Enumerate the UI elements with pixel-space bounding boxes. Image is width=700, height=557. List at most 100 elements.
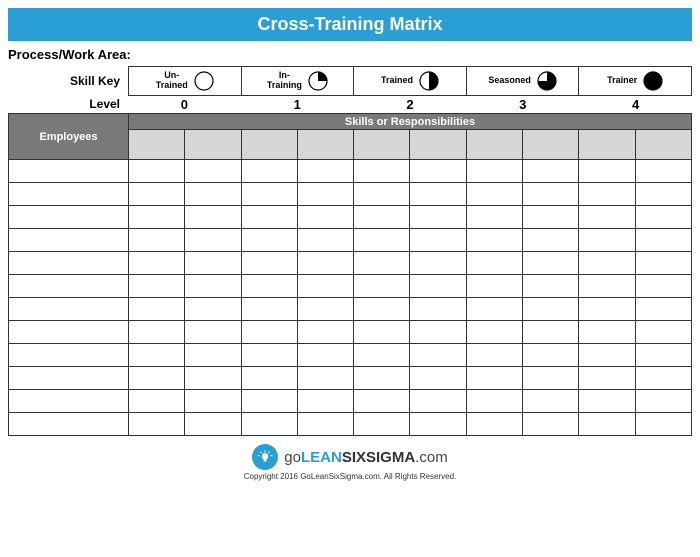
matrix-cell — [297, 229, 353, 252]
matrix-cell — [410, 160, 466, 183]
matrix-cell — [129, 367, 185, 390]
skill-key-text: Trainer — [607, 76, 637, 86]
matrix-cell — [297, 160, 353, 183]
matrix-cell — [241, 367, 297, 390]
matrix-cell — [410, 206, 466, 229]
matrix-cell — [354, 344, 410, 367]
matrix-cell — [354, 206, 410, 229]
matrix-cell — [410, 321, 466, 344]
matrix-cell — [410, 252, 466, 275]
level-number: 2 — [354, 96, 467, 113]
table-row — [9, 298, 692, 321]
matrix-cell — [354, 321, 410, 344]
skill-column-header — [635, 130, 691, 160]
matrix-cell — [354, 298, 410, 321]
matrix-cell — [635, 160, 691, 183]
table-row — [9, 160, 692, 183]
matrix-cell — [523, 206, 579, 229]
matrix-cell — [523, 229, 579, 252]
matrix-cell — [579, 160, 635, 183]
matrix-cell — [635, 275, 691, 298]
page-title: Cross-Training Matrix — [8, 8, 692, 41]
matrix-cell — [635, 206, 691, 229]
matrix-cell — [129, 183, 185, 206]
matrix-cell — [185, 321, 241, 344]
employee-cell — [9, 160, 129, 183]
matrix-cell — [297, 183, 353, 206]
table-row — [9, 275, 692, 298]
matrix-cell — [579, 183, 635, 206]
matrix-cell — [410, 413, 466, 436]
matrix-cell — [466, 413, 522, 436]
matrix-cell — [635, 183, 691, 206]
matrix-cell — [523, 367, 579, 390]
matrix-cell — [523, 321, 579, 344]
skill-column-header — [410, 130, 466, 160]
table-row — [9, 252, 692, 275]
matrix-cell — [354, 183, 410, 206]
matrix-cell — [466, 321, 522, 344]
matrix-cell — [185, 413, 241, 436]
matrix-cell — [410, 367, 466, 390]
matrix-cell — [354, 229, 410, 252]
matrix-cell — [297, 252, 353, 275]
employee-cell — [9, 321, 129, 344]
employee-cell — [9, 344, 129, 367]
matrix-cell — [241, 321, 297, 344]
matrix-cell — [466, 160, 522, 183]
matrix-cell — [354, 390, 410, 413]
matrix-cell — [466, 344, 522, 367]
lightbulb-icon — [252, 444, 278, 470]
table-row — [9, 413, 692, 436]
matrix-cell — [466, 252, 522, 275]
skill-key-cell: Trained — [353, 66, 466, 96]
matrix-cell — [129, 344, 185, 367]
matrix-cell — [241, 206, 297, 229]
table-row — [9, 321, 692, 344]
matrix-cell — [354, 367, 410, 390]
matrix-cell — [635, 321, 691, 344]
logo-text: goLEANSIXSIGMA.com — [284, 449, 447, 466]
employee-cell — [9, 298, 129, 321]
skill-key-cell: Trainer — [578, 66, 692, 96]
level-number: 3 — [466, 96, 579, 113]
matrix-cell — [129, 229, 185, 252]
table-row — [9, 367, 692, 390]
matrix-cell — [410, 344, 466, 367]
matrix-cell — [129, 252, 185, 275]
skill-key-cell: In-Training — [241, 66, 354, 96]
matrix-cell — [579, 298, 635, 321]
matrix-cell — [523, 390, 579, 413]
matrix-cell — [185, 298, 241, 321]
matrix-cell — [297, 367, 353, 390]
matrix-cell — [410, 183, 466, 206]
matrix-cell — [579, 390, 635, 413]
matrix-cell — [129, 206, 185, 229]
matrix-cell — [241, 298, 297, 321]
matrix-cell — [241, 275, 297, 298]
skill-column-header — [241, 130, 297, 160]
matrix-cell — [354, 160, 410, 183]
table-row — [9, 206, 692, 229]
matrix-cell — [579, 321, 635, 344]
matrix-cell — [297, 206, 353, 229]
matrix-cell — [466, 183, 522, 206]
matrix-cell — [635, 298, 691, 321]
employee-cell — [9, 252, 129, 275]
skill-key-cell: Seasoned — [466, 66, 579, 96]
matrix-cell — [297, 298, 353, 321]
matrix-cell — [410, 390, 466, 413]
skill-key-row: Skill Key Un-TrainedIn-TrainingTrainedSe… — [0, 64, 700, 96]
matrix-cell — [635, 367, 691, 390]
matrix-cell — [410, 275, 466, 298]
skill-column-header — [579, 130, 635, 160]
employee-cell — [9, 229, 129, 252]
matrix-cell — [185, 183, 241, 206]
matrix-cell — [635, 413, 691, 436]
matrix-cell — [466, 206, 522, 229]
matrix-cell — [185, 229, 241, 252]
logo: goLEANSIXSIGMA.com — [252, 444, 447, 470]
matrix-cell — [297, 275, 353, 298]
work-area-label: Process/Work Area: — [0, 45, 700, 64]
matrix-cell — [635, 252, 691, 275]
